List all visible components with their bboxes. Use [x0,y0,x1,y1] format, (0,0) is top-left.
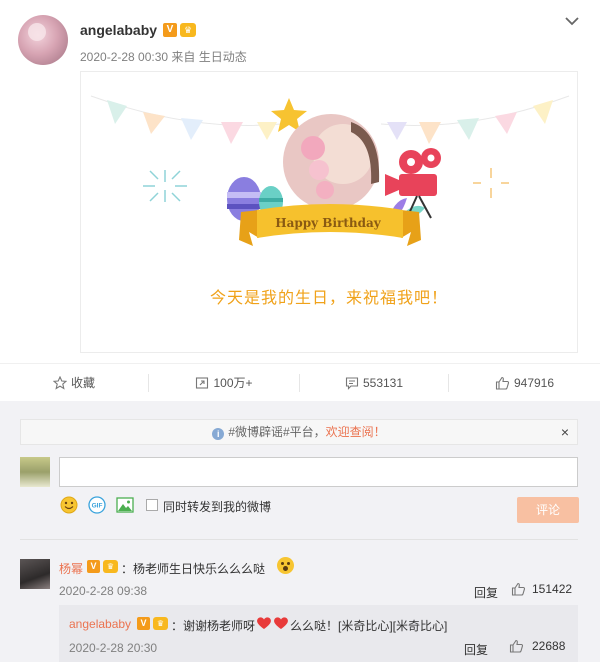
star-icon [52,375,68,390]
verified-badge-icon: V [137,617,150,630]
emoji-icon[interactable] [59,495,79,515]
comment-reply-button[interactable]: 回复 [474,584,498,601]
reply-author-name[interactable]: angelababy [69,617,131,631]
chevron-down-icon[interactable] [563,14,581,28]
notice-text: #微博辟谣#平台， [228,425,326,439]
happy-birthday-ribbon: Happy Birthday [259,210,397,240]
current-user-avatar[interactable] [20,457,50,487]
comment-text: ：杨老师生日快乐么么么哒 [121,562,266,576]
rumor-notice-bar: i #微博辟谣#平台，欢迎查阅！ × [20,419,578,445]
member-crown-icon: ♛ [103,560,118,573]
repost-count: 100万+ [213,376,253,390]
verified-badge-icon: V [163,23,177,37]
comment-input[interactable] [59,457,578,487]
commenter-avatar[interactable] [20,559,50,589]
close-icon[interactable]: × [561,420,569,444]
comment-like-button[interactable]: 151422 [511,582,572,596]
image-icon[interactable] [115,495,135,515]
notice-link[interactable]: 欢迎查阅！ [326,425,386,439]
reply-reply-button[interactable]: 回复 [464,641,488,658]
thumbs-up-icon [509,639,524,653]
like-button[interactable]: 947916 [449,364,600,402]
forward-checkbox[interactable] [146,499,158,511]
card-message: 今天是我的生日，来祝福我吧！ [209,290,448,307]
post-source[interactable]: 生日动态 [199,50,247,64]
info-icon: i [212,428,225,440]
comment-like-count: 151422 [532,582,573,596]
commenter-name[interactable]: 杨幂 [59,560,83,577]
member-crown-icon: ♛ [153,617,168,630]
verified-badge-icon: V [87,560,100,573]
member-crown-icon: ♛ [180,23,196,37]
gif-icon[interactable]: GIF [87,495,107,515]
comment-button[interactable]: 553131 [300,364,448,402]
submit-comment-button[interactable]: 评论 [517,497,579,523]
like-count: 947916 [513,376,555,390]
comment-icon [345,377,359,390]
repost-icon [196,377,209,389]
post-timestamp[interactable]: 2020-2-28 00:30 [80,50,168,64]
action-bar: 收藏 100万+ 553131 947916 [0,363,600,401]
comment-time: 2020-2-28 09:38 [59,584,148,598]
reply-text-tail: 么么哒！[米奇比心][米奇比心] [290,619,448,633]
author-name[interactable]: angelababy [80,22,157,38]
comment-count: 553131 [362,376,404,390]
post-meta: 2020-2-28 00:30 来自 生日动态 [80,48,247,65]
reply-time: 2020-2-28 20:30 [69,641,158,655]
forward-label: 同时转发到我的微博 [163,500,272,514]
weibo-post: angelababy V ♛ 2020-2-28 00:30 来自 生日动态 H… [0,0,600,662]
surprised-emoji-icon [277,557,294,574]
birthday-card[interactable]: Happy Birthday 今天是我的生日，来祝福我吧！ [80,71,578,353]
repost-button[interactable]: 100万+ [149,364,299,402]
favorite-button[interactable]: 收藏 [0,364,148,402]
thumbs-up-icon [511,582,526,596]
reply-text: ：谢谢杨老师呀 [171,619,256,633]
favorite-label: 收藏 [70,376,95,390]
section-divider [20,539,578,540]
comments-section: i #微博辟谣#平台，欢迎查阅！ × GIF 同时转发到我的微博 评论 杨幂 V… [0,401,600,662]
svg-text:GIF: GIF [92,503,103,510]
happy-birthday-text: Happy Birthday [275,216,381,230]
heart-icon [257,617,288,629]
reply-like-button[interactable]: 22688 [509,639,565,653]
author-avatar[interactable] [18,15,68,65]
source-prefix: 来自 [171,50,196,64]
reply-box: angelababy V ♛ ：谢谢杨老师呀 么么哒！[米奇比心][米奇比心] … [59,605,578,662]
thumbs-up-icon [495,376,510,390]
reply-like-count: 22688 [532,639,566,653]
